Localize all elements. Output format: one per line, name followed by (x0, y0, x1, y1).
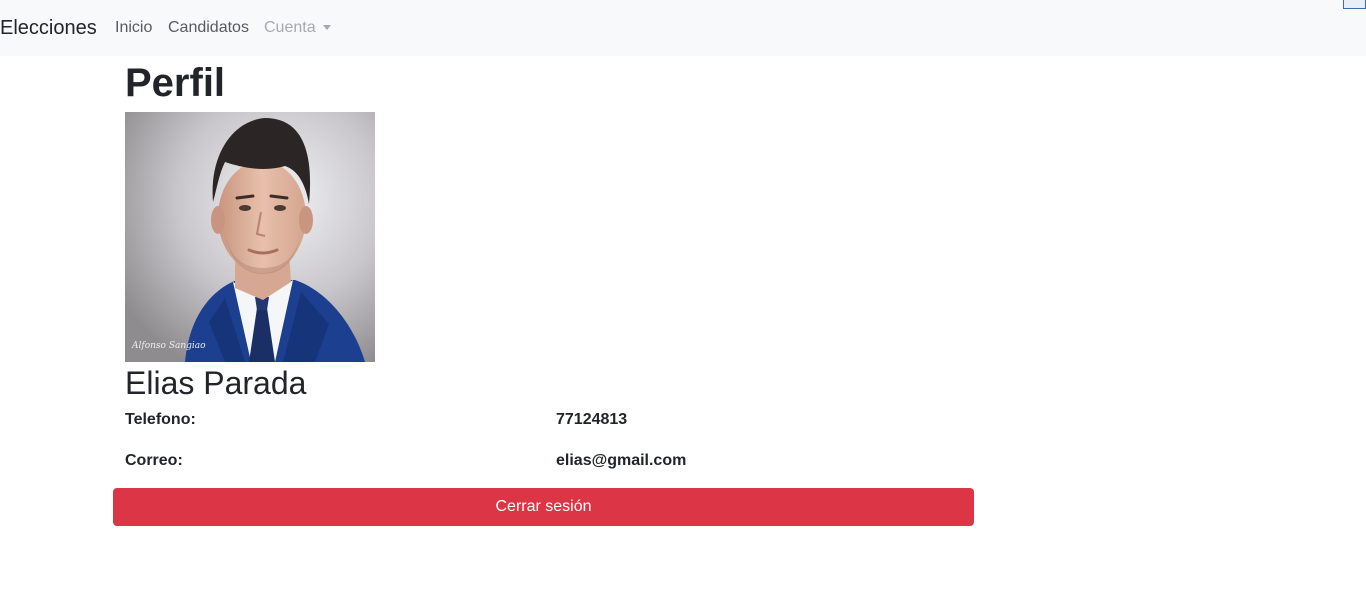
photo-watermark: Alfonso Sangiao (131, 341, 206, 351)
brand-link[interactable]: Elecciones (0, 16, 97, 40)
profile-photo: Alfonso Sangiao (125, 112, 375, 362)
nav-link-candidatos[interactable]: Candidatos (168, 18, 249, 38)
nav-link-inicio[interactable]: Inicio (115, 18, 152, 38)
phone-value: 77124813 (556, 411, 628, 428)
profile-name: Elias Parada (125, 365, 307, 401)
phone-label: Telefono: (125, 411, 196, 428)
nav-dropdown-label: Cuenta (264, 19, 316, 36)
caret-down-icon (322, 25, 331, 31)
email-label: Correo: (125, 452, 183, 469)
logout-button[interactable]: Cerrar sesión (113, 488, 974, 526)
email-value: elias@gmail.com (556, 452, 687, 469)
navbar: Elecciones Inicio Candidatos Cuenta (0, 0, 1366, 56)
page-title: Perfil (125, 61, 226, 105)
window-corner-widget (1343, 0, 1366, 9)
nav-dropdown-cuenta[interactable]: Cuenta (264, 18, 331, 38)
